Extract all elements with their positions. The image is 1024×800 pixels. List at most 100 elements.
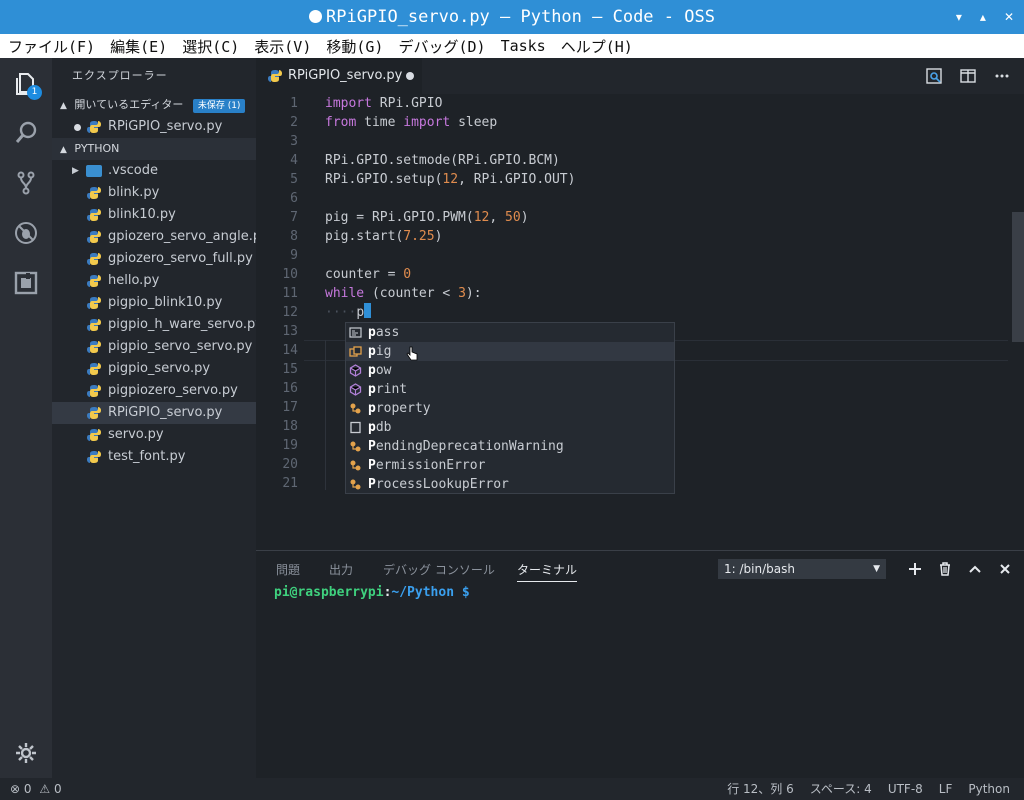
menu-tasks[interactable]: Tasks <box>493 37 553 55</box>
number-literal: 0 <box>403 267 412 282</box>
match-text: p <box>368 325 376 340</box>
file-item-active[interactable]: RPiGPIO_servo.py <box>52 402 256 424</box>
file-item[interactable]: test_font.py <box>52 446 256 468</box>
menu-file[interactable]: ファイル(F) <box>0 36 102 57</box>
suggestion-item[interactable]: print <box>346 380 674 399</box>
search-button[interactable] <box>0 108 52 158</box>
text-cursor <box>364 303 372 318</box>
code-text: RPi.GPIO.setup( <box>325 172 443 187</box>
python-folder-header[interactable]: ▲ PYTHON <box>52 138 256 160</box>
extensions-button[interactable] <box>0 258 52 308</box>
line-number: 13 <box>282 324 298 339</box>
modified-dot-icon[interactable] <box>406 72 414 80</box>
more-actions-icon[interactable] <box>994 68 1010 84</box>
file-label: servo.py <box>108 427 164 442</box>
close-button[interactable]: ✕ <box>1004 10 1014 24</box>
close-icon[interactable] <box>998 562 1012 576</box>
file-item[interactable]: pigpio_blink10.py <box>52 292 256 314</box>
tab-output[interactable]: 出力 <box>329 561 353 578</box>
suggestion-label: pow <box>368 361 391 380</box>
code-editor[interactable]: 1 2 3 4 5 6 7 8 9 10 11 12 13 14 15 16 1… <box>256 94 1024 550</box>
function-icon <box>349 364 362 377</box>
terminal-select[interactable]: 1: /bin/bash ▼ <box>718 559 886 579</box>
status-bar: ⊗ 0 ⚠ 0 行 12、列 6 スペース: 4 UTF-8 LF Python <box>0 778 1024 800</box>
tab-debug-console[interactable]: デバッグ コンソール <box>383 561 495 578</box>
plus-icon[interactable] <box>908 562 922 576</box>
suggestion-item[interactable]: pdb <box>346 418 674 437</box>
code-line-current: ····p <box>325 303 372 322</box>
suggestion-item[interactable]: property <box>346 399 674 418</box>
explorer-button[interactable]: 1 <box>0 58 52 108</box>
python-file-icon <box>87 253 101 265</box>
menu-edit[interactable]: 編集(E) <box>102 36 174 57</box>
modified-dot-icon <box>309 10 323 23</box>
file-item[interactable]: gpiozero_servo_full.py <box>52 248 256 270</box>
suggestion-item[interactable]: PendingDeprecationWarning <box>346 437 674 456</box>
file-item[interactable]: pigpio_h_ware_servo.py <box>52 314 263 336</box>
file-item[interactable]: servo.py <box>52 424 256 446</box>
window-controls: ▾ ▴ ✕ <box>956 0 1014 34</box>
rest-text: rint <box>375 382 408 397</box>
menu-help[interactable]: ヘルプ(H) <box>553 36 640 57</box>
source-control-button[interactable] <box>0 158 52 208</box>
suggestion-item[interactable]: ProcessLookupError <box>346 475 674 494</box>
file-item[interactable]: pigpio_servo.py <box>52 358 256 380</box>
file-item[interactable]: blink10.py <box>52 204 256 226</box>
line-number: 1 <box>290 96 298 111</box>
chevron-down-icon: ▲ <box>60 145 67 155</box>
cursor-position[interactable]: 行 12、列 6 <box>727 778 794 800</box>
split-editor-icon[interactable] <box>960 68 976 84</box>
menu-selection[interactable]: 選択(C) <box>174 36 246 57</box>
rest-text: ig <box>375 344 392 359</box>
suggestion-item[interactable]: pow <box>346 361 674 380</box>
suggestion-item[interactable]: PermissionError <box>346 456 674 475</box>
indentation-status[interactable]: スペース: 4 <box>810 778 872 800</box>
suggestion-label: PermissionError <box>368 456 485 475</box>
trash-icon[interactable] <box>938 562 952 576</box>
line-number: 20 <box>282 457 298 472</box>
vscode-folder-item[interactable]: ▶ .vscode <box>52 160 256 182</box>
settings-button[interactable] <box>0 728 52 778</box>
suggestion-item-selected[interactable]: pig <box>346 342 674 361</box>
function-icon <box>349 383 362 396</box>
menu-go[interactable]: 移動(G) <box>318 36 390 57</box>
suggestion-label: pdb <box>368 418 391 437</box>
hand-cursor-icon <box>406 346 418 361</box>
open-editors-header[interactable]: ▲ 開いているエディター 未保存 (1) <box>52 94 256 116</box>
debug-button[interactable] <box>0 208 52 258</box>
modified-dot-icon <box>74 124 81 131</box>
code-line: pig = RPi.GPIO.PWM(12, 50) <box>325 208 529 227</box>
file-label: pigpio_servo.py <box>108 361 211 376</box>
terminal-prompt[interactable]: pi@raspberrypi:~/Python $ <box>274 585 470 600</box>
code-text: RPi.GPIO.setmode(RPi.GPIO.BCM) <box>325 153 560 168</box>
maximize-button[interactable]: ▴ <box>980 10 986 24</box>
menu-debug[interactable]: デバッグ(D) <box>390 36 492 57</box>
chevron-down-icon: ▼ <box>873 564 880 574</box>
file-item[interactable]: hello.py <box>52 270 256 292</box>
language-mode[interactable]: Python <box>968 778 1010 800</box>
code-text: , RPi.GPIO.OUT) <box>458 172 576 187</box>
line-number: 7 <box>290 210 298 225</box>
open-preview-icon[interactable] <box>926 68 942 84</box>
file-item[interactable]: blink.py <box>52 182 256 204</box>
warning-count: 0 <box>53 782 62 796</box>
encoding-status[interactable]: UTF-8 <box>888 778 923 800</box>
chevron-up-icon[interactable] <box>968 562 982 576</box>
file-item[interactable]: gpiozero_servo_angle.py <box>52 226 269 248</box>
number-literal: 3 <box>458 286 466 301</box>
file-label: hello.py <box>108 273 160 288</box>
eol-status[interactable]: LF <box>939 778 953 800</box>
minimize-button[interactable]: ▾ <box>956 10 962 24</box>
file-item[interactable]: pigpio_servo_servo.py <box>52 336 256 358</box>
file-item[interactable]: pigpiozero_servo.py <box>52 380 256 402</box>
menu-view[interactable]: 表示(V) <box>246 36 318 57</box>
tab-terminal[interactable]: ターミナル <box>517 561 578 582</box>
open-editor-item[interactable]: RPiGPIO_servo.py <box>52 116 256 138</box>
suggestion-item[interactable]: pass <box>346 323 674 342</box>
file-label: pigpio_h_ware_servo.py <box>108 317 263 332</box>
editor-scrollbar[interactable] <box>1012 212 1024 342</box>
problems-status[interactable]: ⊗ 0 ⚠ 0 <box>10 778 62 800</box>
tab-problems[interactable]: 問題 <box>276 561 300 578</box>
code-line: counter = 0 <box>325 265 411 284</box>
editor-tab[interactable]: RPiGPIO_servo.py <box>256 58 422 94</box>
